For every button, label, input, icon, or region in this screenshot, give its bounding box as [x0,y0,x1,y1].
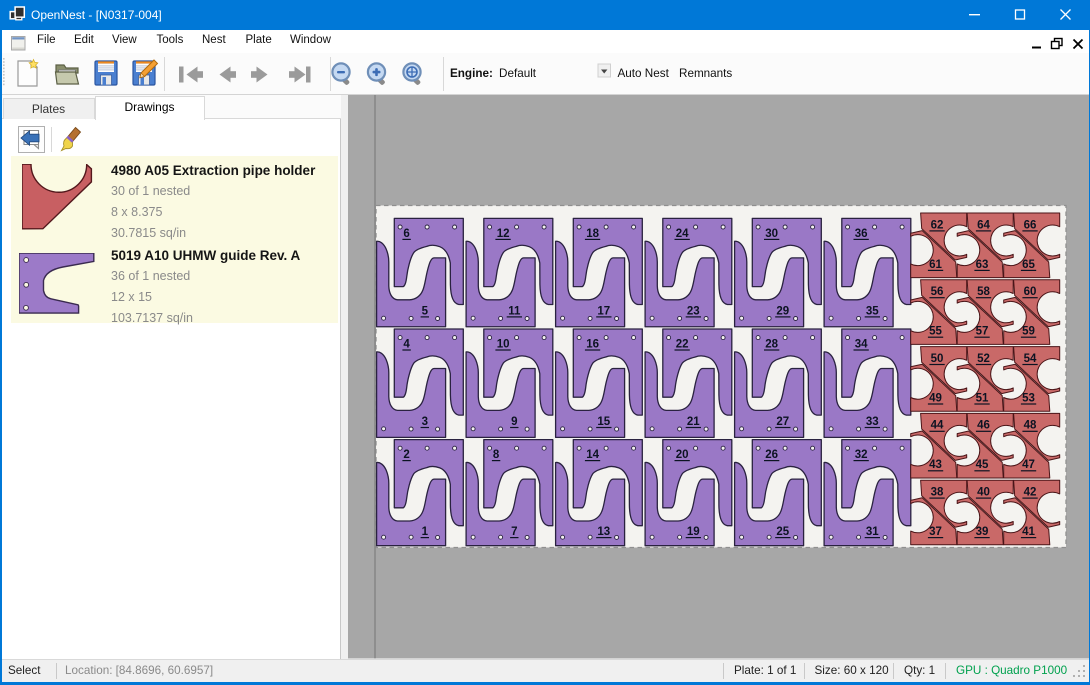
svg-text:16: 16 [586,338,599,350]
svg-text:50: 50 [930,353,943,365]
svg-text:37: 37 [929,526,942,538]
svg-text:9: 9 [511,416,517,428]
svg-text:24: 24 [675,228,688,240]
svg-text:12: 12 [496,228,509,240]
svg-text:33: 33 [865,416,878,428]
svg-text:44: 44 [930,420,943,432]
svg-text:22: 22 [675,338,688,350]
svg-text:15: 15 [597,416,610,428]
svg-text:7: 7 [511,526,517,538]
svg-text:57: 57 [975,326,988,338]
svg-text:55: 55 [929,326,942,338]
svg-text:66: 66 [1023,219,1036,231]
svg-text:60: 60 [1023,286,1036,298]
svg-text:21: 21 [686,416,699,428]
svg-text:48: 48 [1023,420,1036,432]
svg-text:29: 29 [776,305,789,317]
svg-text:65: 65 [1022,259,1035,271]
svg-text:5: 5 [421,305,428,317]
svg-text:58: 58 [977,286,990,298]
svg-text:17: 17 [597,305,610,317]
svg-text:19: 19 [686,526,699,538]
svg-text:18: 18 [586,228,599,240]
svg-text:1: 1 [421,526,428,538]
svg-text:6: 6 [403,228,409,240]
svg-text:35: 35 [865,305,878,317]
svg-text:47: 47 [1022,459,1035,471]
svg-text:27: 27 [776,416,789,428]
svg-text:34: 34 [854,338,867,350]
svg-text:11: 11 [508,305,521,317]
svg-text:61: 61 [929,259,942,271]
svg-text:53: 53 [1022,392,1035,404]
svg-text:38: 38 [930,487,943,499]
svg-text:4: 4 [403,338,410,350]
svg-text:64: 64 [977,219,990,231]
svg-text:39: 39 [975,526,988,538]
svg-text:62: 62 [930,219,943,231]
svg-text:41: 41 [1022,526,1035,538]
svg-text:54: 54 [1023,353,1036,365]
svg-text:56: 56 [930,286,943,298]
svg-text:30: 30 [765,228,778,240]
svg-text:3: 3 [421,416,427,428]
svg-text:46: 46 [977,420,990,432]
svg-text:8: 8 [492,449,499,461]
svg-text:43: 43 [929,459,942,471]
svg-text:14: 14 [586,449,599,461]
svg-text:59: 59 [1022,326,1035,338]
svg-text:20: 20 [675,449,688,461]
svg-text:31: 31 [865,526,878,538]
svg-text:45: 45 [975,459,988,471]
svg-text:25: 25 [776,526,789,538]
svg-text:23: 23 [686,305,699,317]
svg-text:51: 51 [975,392,988,404]
svg-text:63: 63 [975,259,988,271]
svg-text:42: 42 [1023,487,1036,499]
svg-text:28: 28 [765,338,778,350]
svg-text:49: 49 [929,392,942,404]
svg-text:40: 40 [977,487,990,499]
svg-text:10: 10 [496,338,509,350]
svg-text:32: 32 [854,449,867,461]
svg-text:36: 36 [854,228,867,240]
svg-text:13: 13 [597,526,610,538]
svg-text:2: 2 [403,449,409,461]
svg-text:26: 26 [765,449,778,461]
svg-text:52: 52 [977,353,990,365]
